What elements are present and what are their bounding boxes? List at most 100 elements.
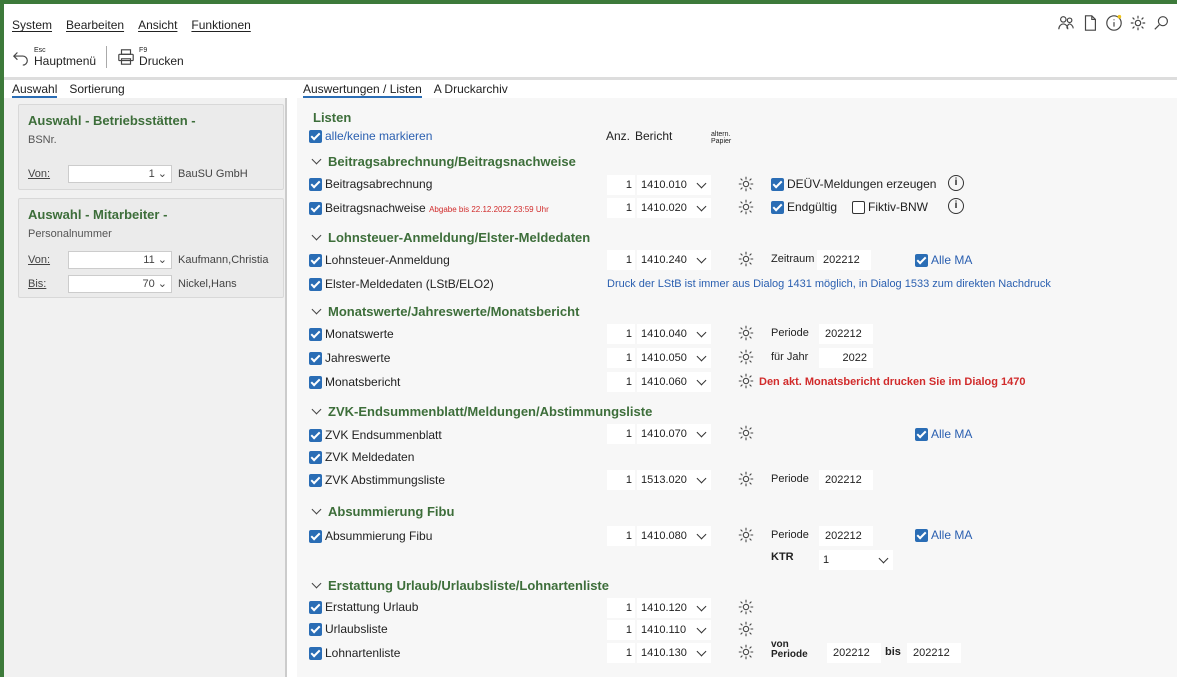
endgueltig-checkbox[interactable]: Endgültig [771, 200, 837, 215]
anz-input[interactable]: 1 [607, 348, 635, 368]
anz-input[interactable]: 1 [607, 526, 635, 546]
section-lohnsteuer[interactable]: Lohnsteuer-Anmeldung/Elster-Meldedaten [311, 230, 590, 245]
row-elster[interactable]: Elster-Meldedaten (LStB/ELO2) [309, 277, 494, 292]
gear-icon[interactable] [737, 324, 755, 342]
periode-input[interactable]: 202212 [819, 324, 873, 344]
section-urlaub[interactable]: Erstattung Urlaub/Urlaubsliste/Lohnarten… [311, 578, 609, 593]
pers-von-select[interactable]: 11 ⌄ [68, 251, 172, 269]
bericht-select[interactable]: 1410.040 [637, 324, 711, 344]
bsnr-von-select[interactable]: 1 ⌄ [68, 165, 172, 183]
gear-icon[interactable] [737, 175, 755, 193]
gear-icon[interactable] [737, 372, 755, 390]
bericht-select[interactable]: 1410.120 [637, 598, 711, 618]
info-icon[interactable]: i [948, 198, 964, 214]
search-icon[interactable] [1153, 14, 1171, 32]
row-lohnartenliste[interactable]: Lohnartenliste [309, 646, 400, 661]
menu-ansicht[interactable]: Ansicht [138, 18, 177, 32]
info-icon[interactable]: i [948, 175, 964, 191]
row-jahreswerte[interactable]: Jahreswerte [309, 351, 390, 366]
bericht-select[interactable]: 1410.070 [637, 424, 711, 444]
pers-bis-select[interactable]: 70 ⌄ [68, 275, 172, 293]
bericht-select[interactable]: 1410.240 [637, 250, 711, 270]
hauptmenu-button[interactable]: Esc Hauptmenü [12, 47, 96, 68]
alle-ma-checkbox[interactable]: Alle MA [915, 528, 973, 543]
document-icon[interactable] [1081, 14, 1099, 32]
alle-ma-checkbox[interactable]: Alle MA [915, 253, 972, 268]
tab-druckarchiv[interactable]: A Druckarchiv [434, 82, 508, 98]
checkbox-checked [309, 202, 322, 216]
row-zvk-meldedaten[interactable]: ZVK Meldedaten [309, 450, 414, 465]
section-fibu[interactable]: Absummierung Fibu [311, 504, 454, 519]
row-beitragsabrechnung[interactable]: Beitragsabrechnung [309, 177, 432, 192]
gear-icon[interactable] [737, 526, 755, 544]
anz-input[interactable]: 1 [607, 175, 635, 195]
menu-system[interactable]: System [12, 18, 52, 32]
menu-funktionen[interactable]: Funktionen [191, 18, 250, 32]
bericht-select[interactable]: 1410.020 [637, 198, 711, 218]
bsnr-von-name: BauSU GmbH [178, 168, 248, 180]
jahr-input[interactable]: 2022 [819, 348, 873, 368]
periode-input[interactable]: 202212 [819, 526, 873, 546]
gear-icon[interactable] [737, 598, 755, 616]
gear-icon[interactable] [737, 470, 755, 488]
tab-auswahl[interactable]: Auswahl [12, 82, 58, 98]
section-beitrag[interactable]: Beitragsabrechnung/Beitragsnachweise [311, 154, 576, 169]
anz-input[interactable]: 1 [607, 620, 635, 640]
bericht-select[interactable]: 1410.050 [637, 348, 711, 368]
gear-icon[interactable] [737, 620, 755, 638]
anz-input[interactable]: 1 [607, 643, 635, 663]
all-none-toggle[interactable]: alle/keine markieren [309, 129, 432, 144]
ktr-select[interactable]: 1 [819, 550, 893, 570]
anz-input[interactable]: 1 [607, 598, 635, 618]
row-monatswerte[interactable]: Monatswerte [309, 327, 394, 342]
gear-icon[interactable] [1129, 14, 1147, 32]
fuer-jahr-label: für Jahr [771, 351, 809, 363]
users-icon[interactable] [1057, 14, 1075, 32]
section-zvk[interactable]: ZVK-Endsummenblatt/Meldungen/Abstimmungs… [311, 404, 652, 419]
bericht-select[interactable]: 1410.060 [637, 372, 711, 392]
bis-periode-input[interactable]: 202212 [907, 643, 961, 663]
gear-icon[interactable] [737, 198, 755, 216]
altern-header: altern. Papier [711, 131, 731, 145]
drucken-button[interactable]: F9 Drucken [117, 47, 184, 68]
gear-icon[interactable] [737, 348, 755, 366]
menu-bearbeiten[interactable]: Bearbeiten [66, 18, 124, 32]
menu-bar: System Bearbeiten Ansicht Funktionen [12, 18, 251, 32]
periode-input[interactable]: 202212 [819, 470, 873, 490]
anz-input[interactable]: 1 [607, 372, 635, 392]
betriebsstaetten-box: Auswahl - Betriebsstätten - BSNr. Von: 1… [18, 104, 284, 190]
gear-icon[interactable] [737, 250, 755, 268]
von-periode-input[interactable]: 202212 [827, 643, 881, 663]
info-icon[interactable] [1105, 14, 1123, 32]
gear-icon[interactable] [737, 643, 755, 661]
tab-auswertungen[interactable]: Auswertungen / Listen [303, 82, 422, 98]
bericht-select[interactable]: 1513.020 [637, 470, 711, 490]
row-absummierung-fibu[interactable]: Absummierung Fibu [309, 529, 432, 544]
bericht-select[interactable]: 1410.110 [637, 620, 711, 640]
alle-ma-checkbox[interactable]: Alle MA [915, 427, 972, 442]
row-urlaubsliste[interactable]: Urlaubsliste [309, 622, 388, 637]
anz-input[interactable]: 1 [607, 470, 635, 490]
row-zvk-endsummenblatt[interactable]: ZVK Endsummenblatt [309, 428, 442, 443]
tab-sortierung[interactable]: Sortierung [69, 82, 124, 98]
row-zvk-abstimmungsliste[interactable]: ZVK Abstimmungsliste [309, 473, 445, 488]
row-lohnsteuer-anmeldung[interactable]: Lohnsteuer-Anmeldung [309, 253, 450, 268]
zeitraum-input[interactable]: 202212 [817, 250, 871, 270]
anz-input[interactable]: 1 [607, 198, 635, 218]
row-monatsbericht[interactable]: Monatsbericht [309, 375, 400, 390]
section-monatswerte[interactable]: Monatswerte/Jahreswerte/Monatsbericht [311, 304, 579, 319]
row-erstattung-urlaub[interactable]: Erstattung Urlaub [309, 600, 418, 615]
bericht-select[interactable]: 1410.010 [637, 175, 711, 195]
bericht-select[interactable]: 1410.080 [637, 526, 711, 546]
deuev-checkbox[interactable]: DEÜV-Meldungen erzeugen [771, 177, 936, 192]
fiktiv-checkbox[interactable]: Fiktiv-BNW [852, 200, 928, 215]
anz-input[interactable]: 1 [607, 324, 635, 344]
anz-input[interactable]: 1 [607, 250, 635, 270]
gear-icon[interactable] [737, 424, 755, 442]
anz-input[interactable]: 1 [607, 424, 635, 444]
bericht-select[interactable]: 1410.130 [637, 643, 711, 663]
pers-bis-label: Bis: [28, 278, 47, 290]
alle-ma-label: Alle MA [931, 528, 973, 542]
checkbox-checked [309, 451, 322, 465]
row-beitragsnachweise[interactable]: Beitragsnachweise Abgabe bis 22.12.2022 … [309, 201, 549, 216]
